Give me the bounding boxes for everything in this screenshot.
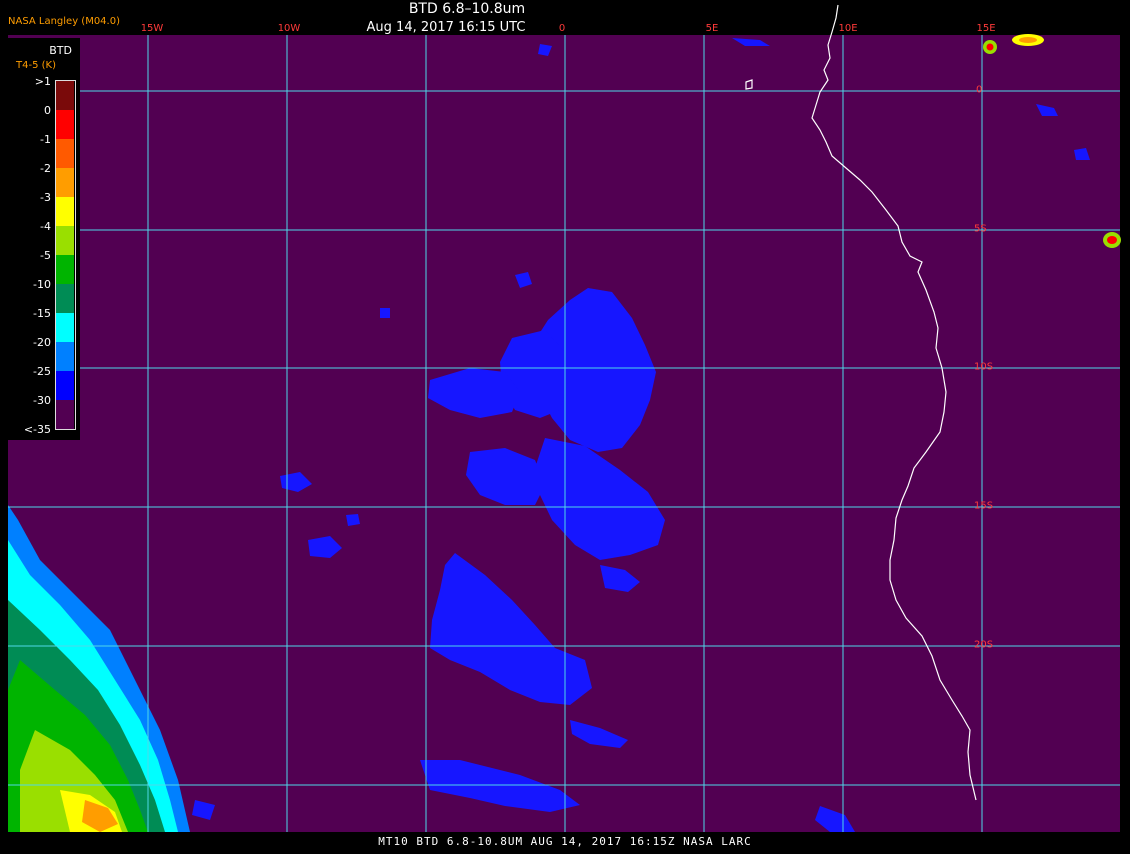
lat-label-10s: 10S (974, 361, 994, 373)
legend-label: -3 (40, 191, 51, 204)
lon-label-15e: 15E (976, 23, 996, 34)
legend-label: -2 (40, 162, 51, 175)
legend-units: T4-5 (K) (16, 60, 56, 71)
legend-label: -5 (40, 249, 51, 262)
legend-label: >1 (34, 75, 51, 88)
legend-label: -25 (33, 365, 51, 378)
legend-label: -10 (33, 278, 51, 291)
map-background (8, 35, 1120, 832)
legend-title: BTD (49, 44, 72, 57)
legend-label: -20 (33, 336, 51, 349)
legend-label: 0 (44, 104, 51, 117)
map-timestamp: Aug 14, 2017 16:15 UTC (366, 20, 526, 35)
lon-label-10w: 10W (277, 23, 301, 34)
legend-label: <-35 (23, 423, 51, 436)
lon-label-15w: 15W (140, 23, 164, 34)
lat-label-15s: 15S (974, 500, 994, 512)
lat-label-20s: 20S (974, 639, 994, 651)
legend-label: -4 (40, 220, 51, 233)
legend-label: -1 (40, 133, 51, 146)
map-title: BTD 6.8–10.8um (408, 1, 526, 17)
lon-label-0: 0 (558, 23, 566, 34)
lat-label-0: 0 (976, 84, 983, 96)
legend-label: -30 (33, 394, 51, 407)
color-legend: BTD T4-5 (K) >1 0 -1 -2 -3 -4 -5 -10 -15 -20 -25 -3… (8, 38, 80, 440)
image-caption: MT10 BTD 6.8-10.8UM AUG 14, 2017 16:15Z … (378, 835, 752, 848)
lon-label-5e: 5E (705, 23, 719, 34)
satellite-map: BTD 6.8–10.8um Aug 14, 2017 16:15 UTC NA… (0, 0, 1130, 850)
legend-frame (55, 80, 76, 430)
lon-label-10e: 10E (838, 23, 858, 34)
lat-label-5s: 5S (974, 223, 987, 235)
legend-label: -15 (33, 307, 51, 320)
provider-label: NASA Langley (M04.0) (8, 16, 120, 27)
map-canvas (8, 4, 1121, 832)
